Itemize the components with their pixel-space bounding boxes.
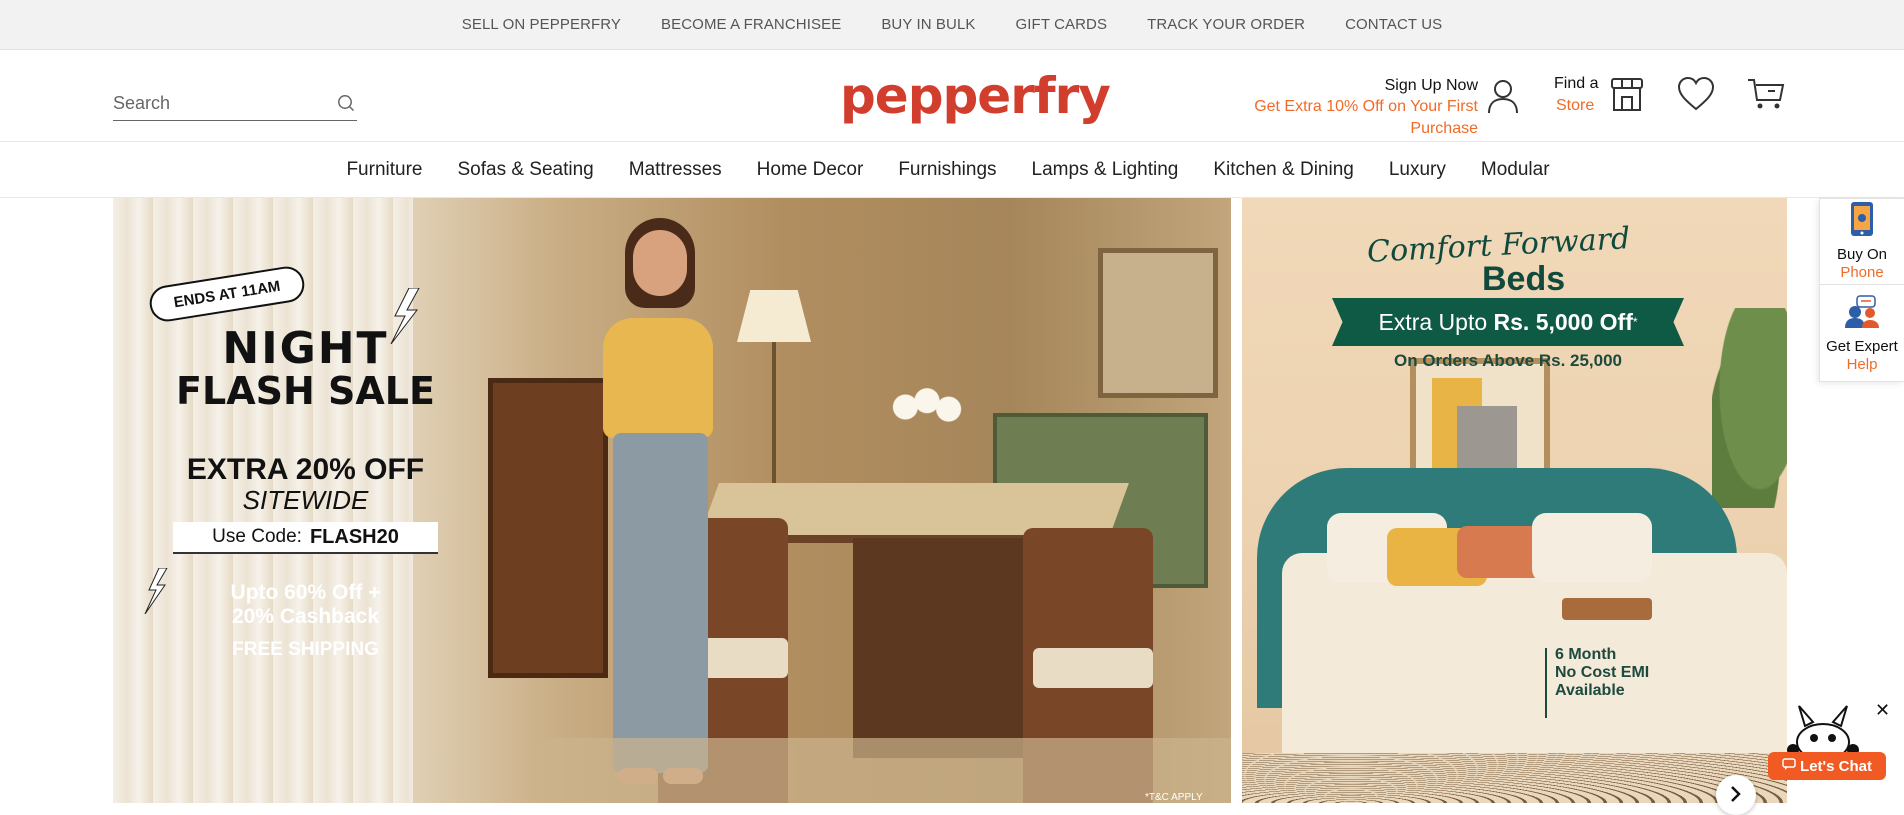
search-icon[interactable] xyxy=(337,94,355,117)
emi-divider xyxy=(1545,648,1547,718)
chat-bubble-icon xyxy=(1782,757,1796,775)
signup-offer: Get Extra 10% Off on Your First Purchase xyxy=(1254,98,1478,137)
topbar-link-sell[interactable]: SELL ON PEPPERFRY xyxy=(462,16,621,33)
signup-title: Sign Up Now xyxy=(1384,77,1478,94)
buy-on-phone-button[interactable]: Buy On Phone xyxy=(1820,199,1904,285)
topbar-link-gift-cards[interactable]: GIFT CARDS xyxy=(1016,16,1108,33)
carousel-next-button[interactable] xyxy=(1716,775,1756,815)
emi-line2: No Cost EMI xyxy=(1555,664,1650,681)
beds-banner[interactable]: Comfort Forward Beds Extra Upto Rs. 5,00… xyxy=(1242,198,1787,803)
cashback-line1: Upto 60% Off + xyxy=(230,581,381,604)
nav-item-home-decor[interactable]: Home Decor xyxy=(757,159,864,181)
pillow-white-right xyxy=(1532,513,1652,583)
flash-sale-banner[interactable]: ENDS AT 11AM NIGHT FLASH SALE EXTRA 20% … xyxy=(113,198,1231,803)
chevron-right-icon xyxy=(1730,785,1742,808)
chat-close-icon[interactable]: ✕ xyxy=(1875,700,1890,721)
nav-item-mattresses[interactable]: Mattresses xyxy=(629,159,722,181)
topbar-link-contact[interactable]: CONTACT US xyxy=(1345,16,1442,33)
breakfast-tray xyxy=(1562,598,1652,620)
table-base xyxy=(853,538,1023,758)
beds-title: Beds xyxy=(1482,260,1566,298)
beds-offer-mark: * xyxy=(1632,315,1638,329)
emi-line3: Available xyxy=(1555,682,1625,699)
get-expert-help-button[interactable]: Get Expert Help xyxy=(1820,285,1904,374)
wall-art-frame xyxy=(1098,248,1218,398)
topbar-link-track-order[interactable]: TRACK YOUR ORDER xyxy=(1147,16,1305,33)
extra-off-text: EXTRA 20% OFF xyxy=(186,453,425,486)
floor-rug xyxy=(533,738,1231,803)
buy-on-phone-line2: Phone xyxy=(1840,264,1884,281)
plant-leaves xyxy=(1712,308,1787,508)
lets-chat-button[interactable]: Let's Chat xyxy=(1768,752,1886,780)
free-shipping-text: FREE SHIPPING xyxy=(232,639,379,660)
emi-text: 6 Month No Cost EMI Available xyxy=(1555,646,1649,700)
buy-on-phone-line1: Buy On xyxy=(1836,246,1888,263)
emi-line1: 6 Month xyxy=(1555,646,1617,663)
store-icon[interactable] xyxy=(1609,76,1645,117)
topbar-link-bulk[interactable]: BUY IN BULK xyxy=(881,16,975,33)
beds-offer-prefix: Extra Upto xyxy=(1378,308,1494,335)
promo-code-label: Use Code: xyxy=(212,526,302,547)
nav-item-lamps-lighting[interactable]: Lamps & Lighting xyxy=(1032,159,1179,181)
promo-code-strip: Use Code: FLASH20 xyxy=(173,522,438,554)
search-box xyxy=(113,86,357,121)
expert-help-line1: Get Expert xyxy=(1826,338,1898,355)
phone-icon xyxy=(1848,201,1876,242)
nav-item-sofas-seating[interactable]: Sofas & Seating xyxy=(457,159,593,181)
wishlist-heart-icon[interactable] xyxy=(1677,76,1715,117)
expert-help-line2: Help xyxy=(1846,356,1878,373)
chair-seat-right xyxy=(1033,648,1153,688)
sitewide-text: SITEWIDE xyxy=(242,485,369,515)
cart-icon[interactable] xyxy=(1747,76,1785,117)
beds-offer-amount: Rs. 5,000 Off xyxy=(1493,308,1633,335)
category-nav: Furniture Sofas & Seating Mattresses Hom… xyxy=(0,142,1904,198)
promo-code: FLASH20 xyxy=(309,525,399,548)
find-store-line1: Find a xyxy=(1554,75,1599,92)
lets-chat-label: Let's Chat xyxy=(1800,757,1872,775)
nav-item-modular[interactable]: Modular xyxy=(1481,159,1550,181)
flash-sale-title-line2: FLASH SALE xyxy=(176,369,435,413)
chat-widget: ✕ Let's Chat xyxy=(1763,700,1904,803)
nav-item-luxury[interactable]: Luxury xyxy=(1389,159,1446,181)
nav-item-kitchen-dining[interactable]: Kitchen & Dining xyxy=(1213,159,1353,181)
lamp-shade xyxy=(737,290,811,342)
user-icon[interactable] xyxy=(1486,78,1520,119)
cashback-line2: 20% Cashback xyxy=(231,605,380,628)
topbar-link-franchisee[interactable]: BECOME A FRANCHISEE xyxy=(661,16,841,33)
main-header: pepperfry Sign Up Now Get Extra 10% Off … xyxy=(0,50,1904,142)
tnc-text: *T&C APPLY xyxy=(1145,792,1203,803)
find-store-line2: Store xyxy=(1556,97,1595,114)
help-sidebar: Buy On Phone Get Expert Help xyxy=(1819,198,1904,382)
nav-item-furniture[interactable]: Furniture xyxy=(346,159,422,181)
flash-sale-title: NIGHT FLASH SALE xyxy=(143,323,468,413)
rug-swirl xyxy=(1242,753,1787,803)
find-store-link[interactable]: Find a Store xyxy=(1554,74,1600,118)
nav-item-furnishings[interactable]: Furnishings xyxy=(898,159,996,181)
beds-condition: On Orders Above Rs. 25,000 xyxy=(1393,351,1623,370)
cashback-text: Upto 60% Off + 20% Cashback xyxy=(143,581,468,629)
beds-offer-ribbon: Extra Upto Rs. 5,000 Off * xyxy=(1332,298,1684,346)
ends-at-badge-text: ENDS AT 11AM xyxy=(172,277,282,311)
top-utility-bar: SELL ON PEPPERFRY BECOME A FRANCHISEE BU… xyxy=(0,0,1904,50)
pepperfry-logo[interactable]: pepperfry xyxy=(840,68,1111,124)
signup-link[interactable]: Sign Up Now Get Extra 10% Off on Your Fi… xyxy=(1190,76,1478,140)
expert-chat-icon xyxy=(1843,295,1881,334)
flower-bouquet xyxy=(891,386,963,428)
flash-sale-title-line1: NIGHT xyxy=(222,323,389,374)
search-input[interactable] xyxy=(113,92,323,114)
woman-figure xyxy=(583,218,733,803)
